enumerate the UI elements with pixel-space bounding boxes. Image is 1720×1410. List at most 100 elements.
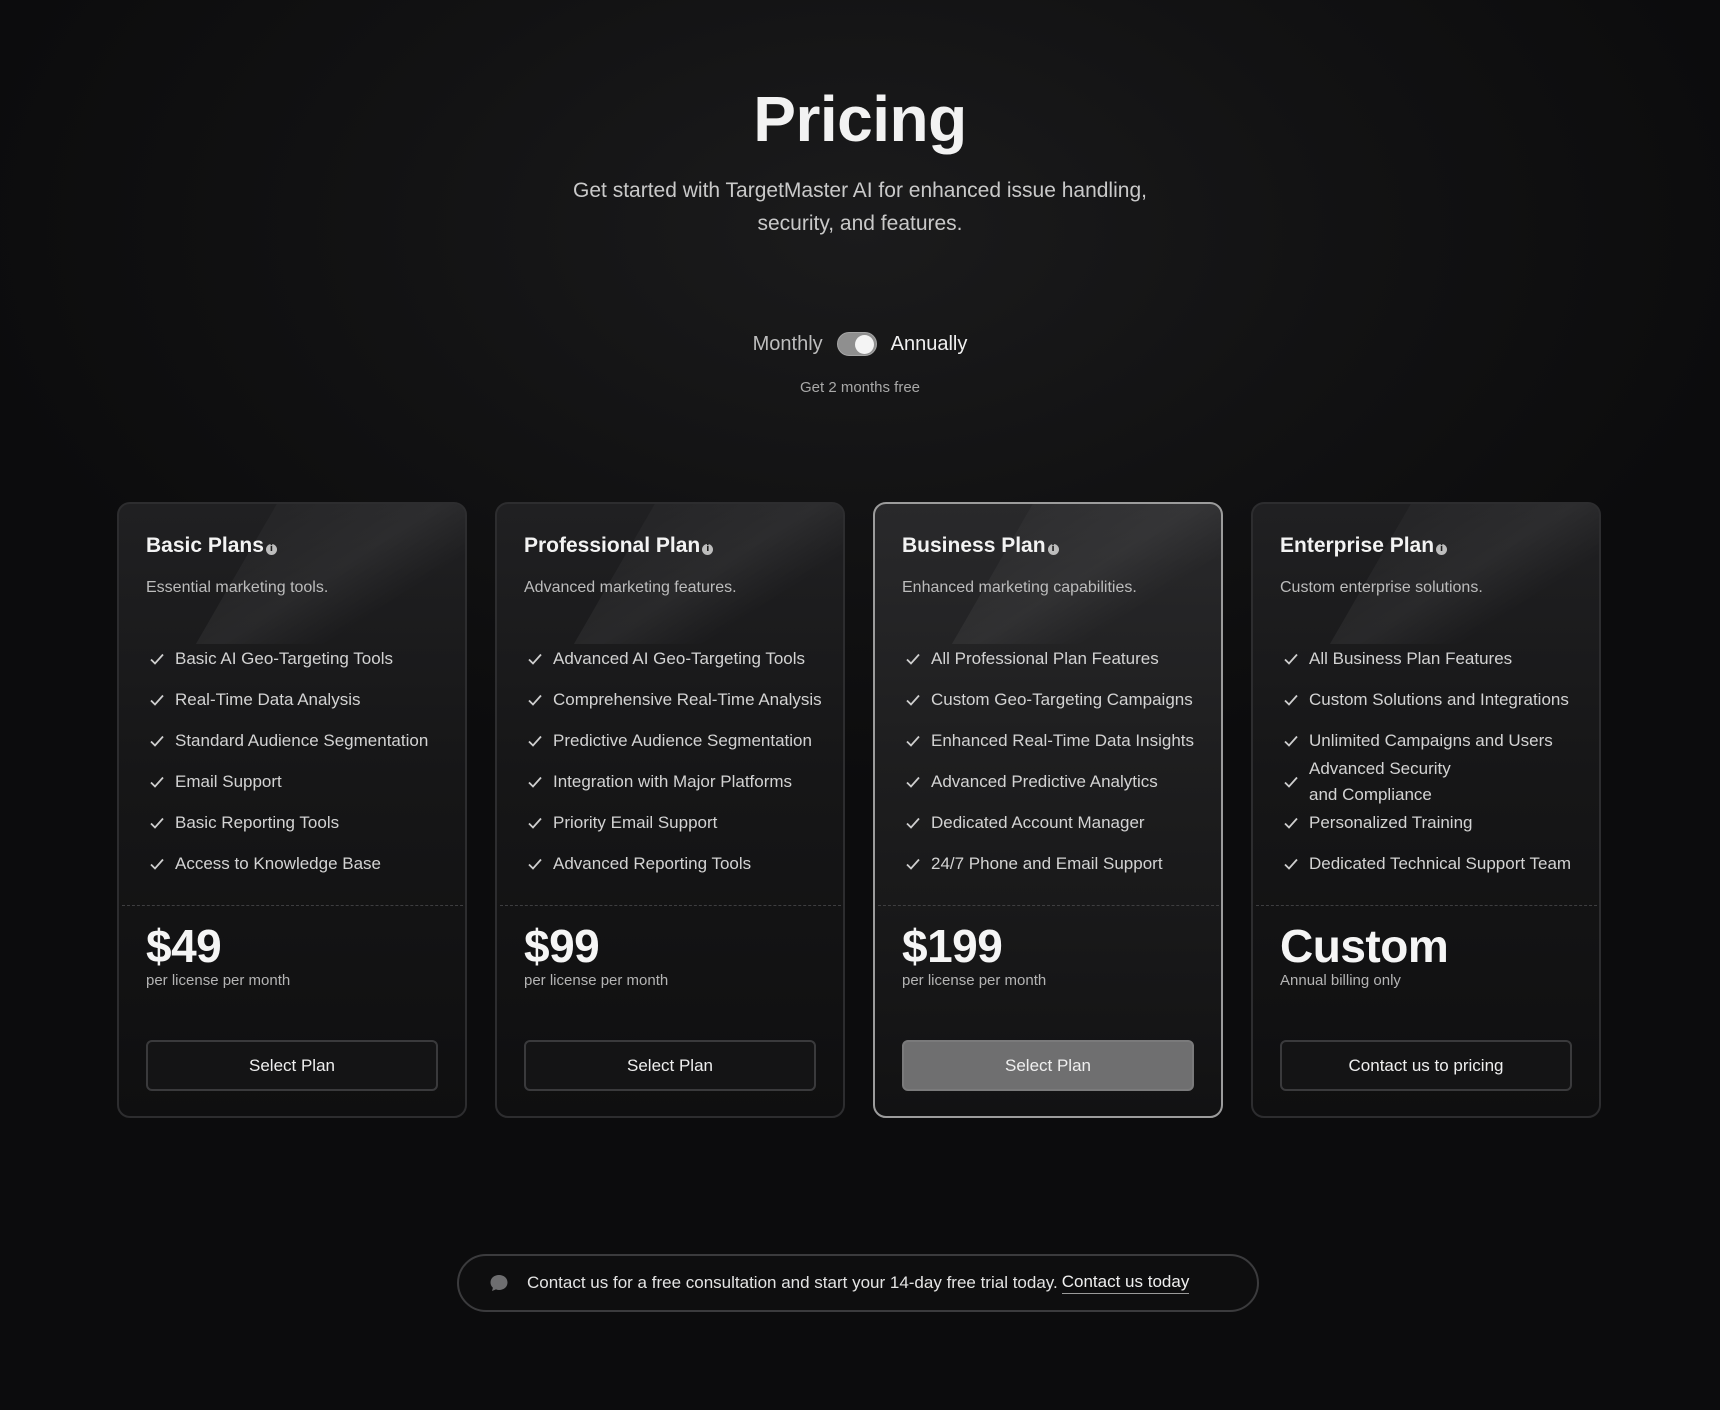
plan-title: Enterprise Plan i — [1280, 534, 1448, 558]
page-subtitle: Get started with TargetMaster AI for enh… — [573, 179, 1147, 235]
check-icon — [906, 653, 920, 665]
card-divider — [500, 905, 843, 906]
price-note: per license per month — [524, 972, 669, 989]
feature-list: All Professional Plan Features Custom Ge… — [902, 638, 1202, 884]
check-icon — [528, 735, 542, 747]
price-note: per license per month — [146, 972, 291, 989]
check-icon — [1284, 735, 1298, 747]
plan-card-business: Business Plan i Enhanced marketing capabi… — [873, 502, 1223, 1118]
feature-item: Basic AI Geo-Targeting Tools — [146, 638, 446, 679]
feature-item: Advanced Predictive Analytics — [902, 761, 1202, 802]
page-title: Pricing — [753, 83, 967, 155]
plan-name: Business Plan — [902, 534, 1046, 557]
info-icon[interactable]: i — [702, 544, 714, 555]
feature-item: Real-Time Data Analysis — [146, 679, 446, 720]
pricing-cards: Basic Plans i Essential marketing tools. … — [117, 502, 1601, 1118]
feature-item: Basic Reporting Tools — [146, 802, 446, 843]
feature-item: Personalized Training — [1280, 802, 1580, 843]
plan-price: $99 — [524, 920, 600, 972]
feature-item: Email Support — [146, 761, 446, 802]
feature-item: Custom Solutions and Integrations — [1280, 679, 1580, 720]
billing-annually-label[interactable]: Annually — [891, 333, 968, 356]
check-icon — [1284, 776, 1298, 788]
feature-item: Access to Knowledge Base — [146, 843, 446, 884]
feature-item: Custom Geo-Targeting Campaigns — [902, 679, 1202, 720]
select-plan-button[interactable]: Select Plan — [902, 1040, 1194, 1091]
feature-item: Priority Email Support — [524, 802, 824, 843]
plan-card-professional: Professional Plan i Advanced marketing fe… — [495, 502, 845, 1118]
billing-toggle-switch[interactable] — [836, 332, 877, 356]
check-icon — [906, 858, 920, 870]
feature-item: Predictive Audience Segmentation — [524, 720, 824, 761]
plan-card-enterprise: Enterprise Plan i Custom enterprise solut… — [1251, 502, 1601, 1118]
feature-item: 24/7 Phone and Email Support — [902, 843, 1202, 884]
banner-text: Contact us for a free consultation and s… — [527, 1273, 1058, 1292]
contact-us-link[interactable]: Contact us today — [1061, 1272, 1190, 1294]
plan-description: Essential marketing tools. — [146, 579, 329, 596]
plan-price: $49 — [146, 920, 222, 972]
billing-toggle-group: Monthly Annually — [0, 332, 1720, 356]
feature-item: All Professional Plan Features — [902, 638, 1202, 679]
feature-list: Basic AI Geo-Targeting Tools Real-Time D… — [146, 638, 446, 884]
feature-item: All Business Plan Features — [1280, 638, 1580, 679]
check-icon — [1284, 694, 1298, 706]
toggle-knob — [854, 335, 874, 354]
feature-item: Enhanced Real-Time Data Insights — [902, 720, 1202, 761]
chat-bubble-icon — [490, 1275, 508, 1291]
check-icon — [906, 694, 920, 706]
plan-card-basic: Basic Plans i Essential marketing tools. … — [117, 502, 467, 1118]
plan-name: Professional Plan — [524, 534, 701, 557]
card-divider — [122, 905, 465, 906]
check-icon — [150, 735, 164, 747]
check-icon — [150, 858, 164, 870]
plan-description: Advanced marketing features. — [524, 579, 737, 596]
plan-price: $199 — [902, 920, 1003, 972]
plan-price: Custom — [1280, 920, 1449, 972]
card-divider — [1256, 905, 1599, 906]
check-icon — [528, 858, 542, 870]
info-icon[interactable]: i — [1436, 544, 1448, 555]
plan-name: Basic Plans — [146, 534, 264, 557]
card-divider — [878, 905, 1221, 906]
feature-item: Advanced Reporting Tools — [524, 843, 824, 884]
billing-monthly-label[interactable]: Monthly — [753, 333, 823, 356]
contact-pricing-button[interactable]: Contact us to pricing — [1280, 1040, 1572, 1091]
check-icon — [150, 817, 164, 829]
plan-description: Custom enterprise solutions. — [1280, 579, 1483, 596]
info-icon[interactable]: i — [1047, 544, 1059, 555]
feature-item: Dedicated Account Manager — [902, 802, 1202, 843]
plan-title: Professional Plan i — [524, 534, 714, 558]
select-plan-button[interactable]: Select Plan — [524, 1040, 816, 1091]
price-note: per license per month — [902, 972, 1047, 989]
feature-item: Comprehensive Real-Time Analysis — [524, 679, 824, 720]
plan-description: Enhanced marketing capabilities. — [902, 579, 1137, 596]
billing-discount-note: Get 2 months free — [799, 379, 921, 396]
check-icon — [528, 694, 542, 706]
price-note: Annual billing only — [1280, 972, 1401, 989]
check-icon — [906, 776, 920, 788]
consultation-banner: Contact us for a free consultation and s… — [457, 1254, 1259, 1312]
check-icon — [528, 817, 542, 829]
plan-title: Business Plan i — [902, 534, 1059, 558]
check-icon — [906, 817, 920, 829]
feature-item: Integration with Major Platforms — [524, 761, 824, 802]
check-icon — [1284, 858, 1298, 870]
feature-list: Advanced AI Geo-Targeting Tools Comprehe… — [524, 638, 824, 884]
feature-item: Advanced Security and Compliance — [1280, 759, 1480, 804]
check-icon — [528, 776, 542, 788]
feature-list: All Business Plan Features Custom Soluti… — [1280, 638, 1580, 884]
check-icon — [150, 653, 164, 665]
plan-title: Basic Plans i — [146, 534, 277, 558]
check-icon — [1284, 653, 1298, 665]
feature-item: Advanced AI Geo-Targeting Tools — [524, 638, 824, 679]
check-icon — [150, 694, 164, 706]
info-icon[interactable]: i — [265, 544, 277, 555]
check-icon — [906, 735, 920, 747]
check-icon — [150, 776, 164, 788]
select-plan-button[interactable]: Select Plan — [146, 1040, 438, 1091]
feature-item: Dedicated Technical Support Team — [1280, 843, 1580, 884]
check-icon — [528, 653, 542, 665]
plan-name: Enterprise Plan — [1280, 534, 1435, 557]
feature-item: Standard Audience Segmentation — [146, 720, 446, 761]
check-icon — [1284, 817, 1298, 829]
